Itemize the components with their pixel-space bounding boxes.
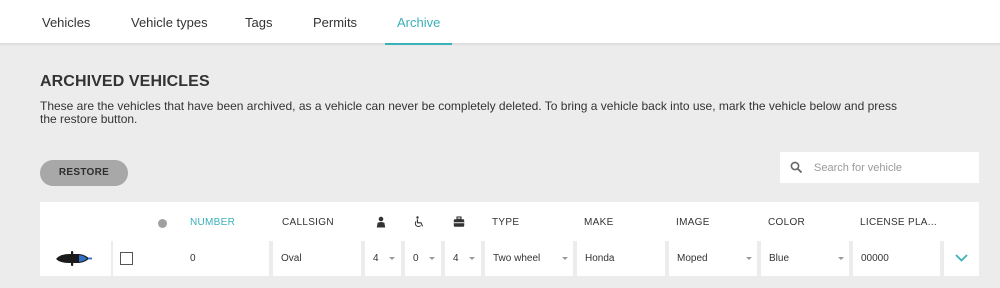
column-header-make[interactable]: MAKE bbox=[584, 202, 614, 241]
chevron-down-icon bbox=[955, 254, 968, 262]
chevron-down-icon bbox=[389, 257, 395, 260]
color-value: Blue bbox=[769, 253, 790, 264]
chevron-down-icon bbox=[746, 257, 752, 260]
status-dot-icon bbox=[158, 219, 167, 228]
column-header-image[interactable]: IMAGE bbox=[676, 202, 710, 241]
luggage-select[interactable]: 4 bbox=[445, 241, 481, 276]
search-input[interactable] bbox=[814, 152, 974, 183]
callsign-field[interactable]: Oval bbox=[273, 241, 361, 276]
restore-button[interactable]: RESTORE bbox=[40, 160, 128, 186]
number-cell: 0 bbox=[182, 241, 269, 276]
image-value: Moped bbox=[677, 253, 708, 264]
tab-tags[interactable]: Tags bbox=[245, 0, 272, 44]
seats-value: 4 bbox=[373, 253, 379, 264]
image-select[interactable]: Moped bbox=[669, 241, 757, 276]
wheelchairs-select[interactable]: 0 bbox=[405, 241, 441, 276]
top-navigation: Vehicles Vehicle types Tags Permits Arch… bbox=[0, 0, 1000, 45]
column-header-color[interactable]: COLOR bbox=[768, 202, 805, 241]
table-header: NUMBER CALLSIGN TYPE MAKE IMAGE COLOR LI… bbox=[40, 202, 979, 241]
search-icon bbox=[790, 161, 802, 173]
make-field[interactable]: Honda bbox=[577, 241, 665, 276]
license-plate-value: 00000 bbox=[861, 253, 889, 264]
tab-vehicles[interactable]: Vehicles bbox=[42, 0, 90, 44]
table-row[interactable]: 0 Oval 4 0 4 Two wheel Honda Moped Blue … bbox=[40, 241, 979, 276]
chevron-down-icon bbox=[429, 257, 435, 260]
type-select[interactable]: Two wheel bbox=[485, 241, 573, 276]
chevron-down-icon bbox=[562, 257, 568, 260]
tab-archive[interactable]: Archive bbox=[384, 0, 453, 45]
search-box[interactable] bbox=[780, 152, 979, 183]
select-cell bbox=[113, 241, 239, 276]
seats-select[interactable]: 4 bbox=[365, 241, 401, 276]
wheelchair-icon bbox=[414, 216, 424, 228]
type-value: Two wheel bbox=[493, 253, 541, 264]
row-checkbox[interactable] bbox=[120, 252, 133, 265]
license-plate-field[interactable]: 00000 bbox=[853, 241, 940, 276]
moped-icon bbox=[56, 251, 92, 266]
callsign-value: Oval bbox=[281, 253, 302, 264]
chevron-down-icon bbox=[838, 257, 844, 260]
vehicle-icon-cell bbox=[40, 241, 111, 276]
color-select[interactable]: Blue bbox=[761, 241, 849, 276]
page-description: These are the vehicles that have been ar… bbox=[40, 99, 897, 126]
column-header-type[interactable]: TYPE bbox=[492, 202, 519, 241]
wheelchairs-value: 0 bbox=[413, 253, 419, 264]
expand-row-button[interactable] bbox=[944, 241, 979, 276]
luggage-value: 4 bbox=[453, 253, 459, 264]
column-header-number[interactable]: NUMBER bbox=[190, 202, 235, 241]
make-value: Honda bbox=[585, 253, 615, 264]
page-title: ARCHIVED VEHICLES bbox=[40, 73, 210, 90]
chevron-down-icon bbox=[469, 257, 475, 260]
vehicle-number: 0 bbox=[190, 253, 196, 264]
column-header-license-plate[interactable]: LICENSE PLA... bbox=[860, 202, 937, 241]
tab-permits[interactable]: Permits bbox=[313, 0, 357, 44]
tab-vehicle-types[interactable]: Vehicle types bbox=[131, 0, 208, 44]
luggage-icon bbox=[453, 216, 465, 227]
person-icon bbox=[376, 216, 386, 228]
column-header-callsign[interactable]: CALLSIGN bbox=[282, 202, 334, 241]
